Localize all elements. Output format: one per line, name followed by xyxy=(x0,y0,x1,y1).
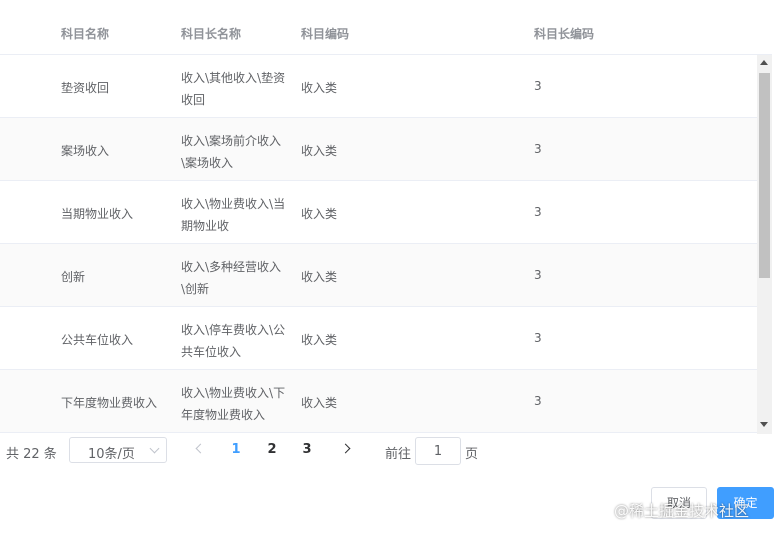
prev-page-arrow-icon[interactable] xyxy=(195,443,206,454)
pagination-total: 共 22 条 xyxy=(6,447,57,462)
table-row[interactable]: 公共车位收入 收入\停车费收入\公共车位收入 收入类 3 xyxy=(0,307,757,370)
page-suffix-label: 页 xyxy=(465,447,479,462)
cell-subject-name: 公共车位收入 xyxy=(61,333,134,347)
cell-subject-long-name: 收入\物业费收入\当期物业收 xyxy=(181,197,286,233)
header-subject-code[interactable]: 科目编码 xyxy=(301,25,349,42)
cell-subject-long-code: 3 xyxy=(534,142,542,156)
cell-subject-name: 创新 xyxy=(61,270,86,284)
subject-table: 科目名称 科目长名称 科目编码 科目长编码 垫资收回 收入\其他收入\垫资收回 … xyxy=(0,0,772,434)
table-scrollbar[interactable] xyxy=(757,55,772,434)
table-row[interactable]: 创新 收入\多种经营收入\创新 收入类 3 xyxy=(0,244,757,307)
cell-subject-code: 收入类 xyxy=(301,333,338,347)
table-header: 科目名称 科目长名称 科目编码 科目长编码 xyxy=(0,0,772,55)
cell-subject-name: 当期物业收入 xyxy=(61,207,134,221)
chevron-down-icon xyxy=(149,443,160,454)
header-subject-name[interactable]: 科目名称 xyxy=(61,25,109,42)
cell-subject-long-code: 3 xyxy=(534,205,542,219)
pagination: 共 22 条 10条/页 1 2 3 前往 页 xyxy=(0,434,779,468)
table-row[interactable]: 下年度物业费收入 收入\物业费收入\下年度物业费收入 收入类 3 xyxy=(0,370,757,433)
cell-subject-long-name: 收入\多种经营收入\创新 xyxy=(181,260,282,296)
cell-subject-long-code: 3 xyxy=(534,268,542,282)
header-subject-long-name[interactable]: 科目长名称 xyxy=(181,25,241,42)
table-row[interactable]: 案场收入 收入\案场前介收入\案场收入 收入类 3 xyxy=(0,118,757,181)
cell-subject-long-code: 3 xyxy=(534,79,542,93)
cell-subject-long-code: 3 xyxy=(534,394,542,408)
cell-subject-code: 收入类 xyxy=(301,81,338,95)
page-number-3[interactable]: 3 xyxy=(297,442,317,457)
scrollbar-thumb[interactable] xyxy=(759,73,770,278)
cell-subject-long-name: 收入\停车费收入\公共车位收入 xyxy=(181,323,286,359)
next-page-arrow-icon[interactable] xyxy=(340,443,351,454)
header-subject-long-code[interactable]: 科目长编码 xyxy=(534,25,594,42)
cell-subject-code: 收入类 xyxy=(301,207,338,221)
cell-subject-code: 收入类 xyxy=(301,144,338,158)
cell-subject-name: 垫资收回 xyxy=(61,81,110,95)
table-body: 垫资收回 收入\其他收入\垫资收回 收入类 3 案场收入 收入\案场前介收入\案… xyxy=(0,55,757,434)
cell-subject-long-name: 收入\案场前介收入\案场收入 xyxy=(181,134,282,170)
cell-subject-code: 收入类 xyxy=(301,270,338,284)
page-number-2[interactable]: 2 xyxy=(262,442,282,457)
cell-subject-long-name: 收入\其他收入\垫资收回 xyxy=(181,71,286,107)
scroll-up-arrow-icon[interactable] xyxy=(760,60,768,65)
table-row[interactable]: 当期物业收入 收入\物业费收入\当期物业收 收入类 3 xyxy=(0,181,757,244)
page-size-select[interactable]: 10条/页 xyxy=(69,437,167,463)
page-number-1[interactable]: 1 xyxy=(226,442,246,457)
scroll-down-arrow-icon[interactable] xyxy=(760,422,768,427)
goto-label: 前往 xyxy=(385,447,412,462)
page-jump-input[interactable] xyxy=(415,437,461,465)
cell-subject-name: 案场收入 xyxy=(61,144,110,158)
cell-subject-long-code: 3 xyxy=(534,331,542,345)
table-row[interactable]: 垫资收回 收入\其他收入\垫资收回 收入类 3 xyxy=(0,55,757,118)
watermark: @稀土掘金技术社区 xyxy=(614,502,750,520)
cell-subject-code: 收入类 xyxy=(301,396,338,410)
cell-subject-long-name: 收入\物业费收入\下年度物业费收入 xyxy=(181,386,286,422)
page-size-value: 10条/页 xyxy=(88,447,135,462)
cell-subject-name: 下年度物业费收入 xyxy=(61,396,158,410)
